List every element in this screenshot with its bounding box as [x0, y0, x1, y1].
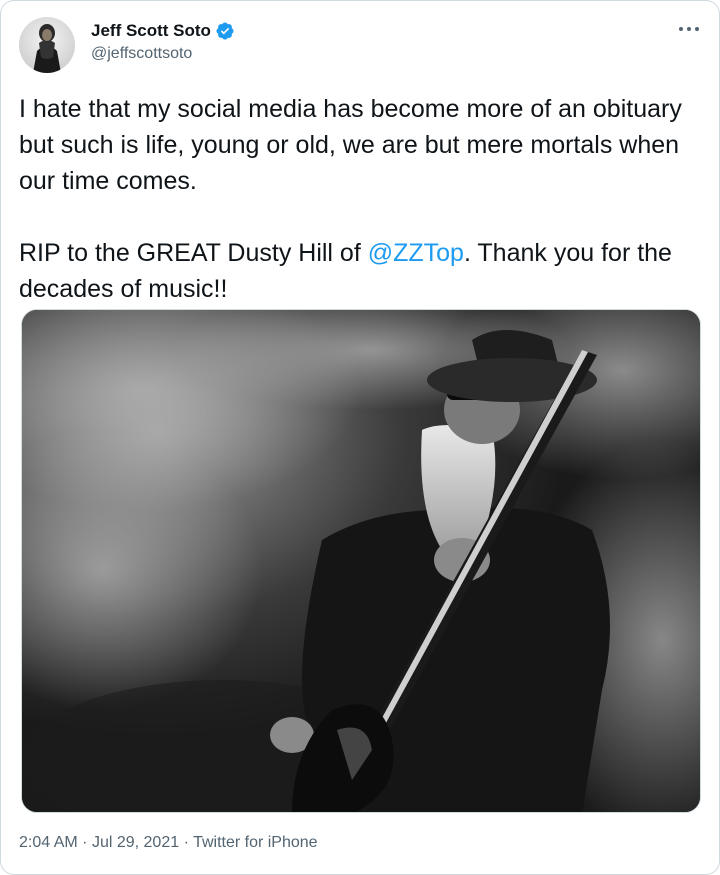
display-name-row: Jeff Scott Soto	[91, 19, 235, 43]
avatar-image	[19, 17, 75, 73]
tweet-time[interactable]: 2:04 AM	[19, 834, 78, 851]
tweet-card: Jeff Scott Soto @jeffscottsoto I hate th…	[0, 0, 720, 875]
tweet-header: Jeff Scott Soto @jeffscottsoto	[19, 17, 703, 73]
more-options-icon[interactable]	[675, 19, 703, 39]
tweet-date[interactable]: Jul 29, 2021	[92, 834, 179, 851]
photo-image	[22, 310, 700, 812]
tweet-text: I hate that my social media has become m…	[19, 91, 703, 307]
display-name[interactable]: Jeff Scott Soto	[91, 21, 211, 41]
handle[interactable]: @jeffscottsoto	[91, 45, 235, 63]
meta-separator: ·	[82, 834, 88, 851]
mention-link[interactable]: @ZZTop	[368, 239, 464, 267]
tweet-photo[interactable]	[21, 309, 701, 813]
avatar[interactable]	[19, 17, 75, 73]
tweet-meta: 2:04 AM · Jul 29, 2021 · Twitter for iPh…	[19, 834, 318, 852]
author-info: Jeff Scott Soto @jeffscottsoto	[91, 19, 235, 63]
meta-separator-2: ·	[183, 834, 189, 851]
tweet-source[interactable]: Twitter for iPhone	[193, 834, 318, 851]
verified-badge-icon	[215, 21, 235, 41]
